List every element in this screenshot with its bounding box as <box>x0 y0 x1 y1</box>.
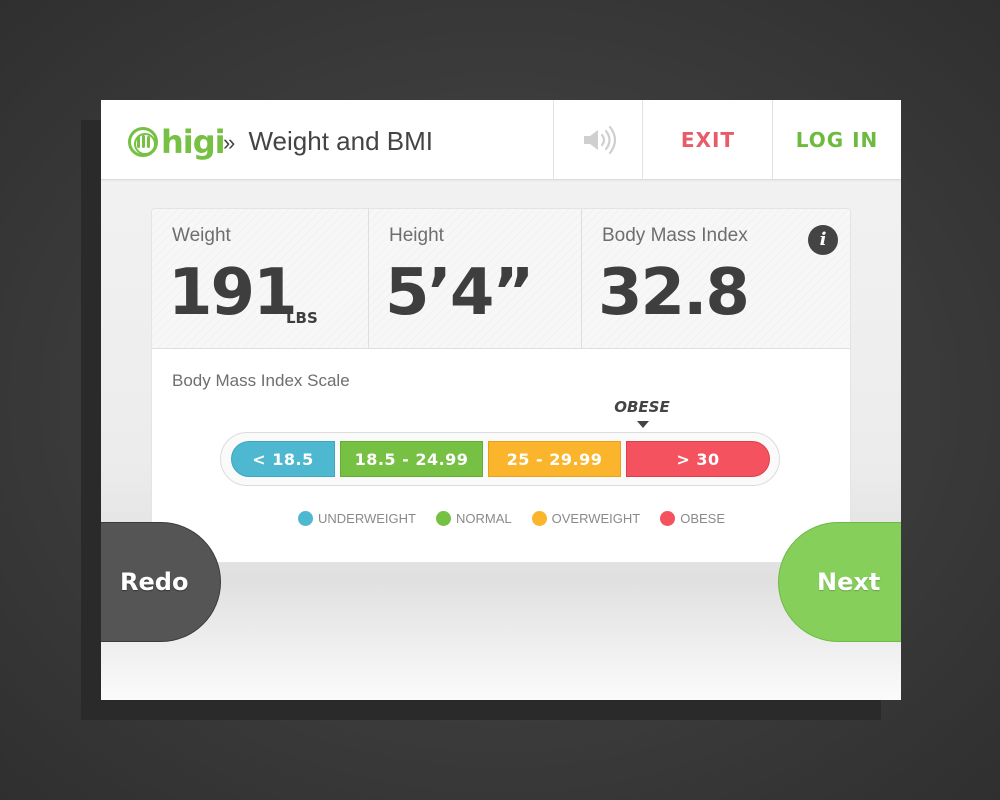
results-card: Weight 191 LBS Height 5’4” Body Mass Ind… <box>151 208 851 563</box>
kiosk-screen: higi » Weight and BMI EXIT LOG IN Weight… <box>101 100 901 700</box>
exit-button[interactable]: EXIT <box>642 100 773 180</box>
scale-segment-overweight: 25 - 29.99 <box>488 441 621 477</box>
legend-dot-icon <box>298 511 313 526</box>
scale-segment-underweight: < 18.5 <box>231 441 335 477</box>
breadcrumb: » Weight and BMI <box>223 126 433 157</box>
weight-label: Weight <box>172 225 231 246</box>
logo-text: higi <box>161 123 226 161</box>
height-value: 5’4” <box>385 256 534 330</box>
legend-label: NORMAL <box>455 511 512 526</box>
higi-logo: higi <box>128 123 226 161</box>
redo-button[interactable]: Redo <box>101 522 221 642</box>
legend-label: OVERWEIGHT <box>551 511 641 526</box>
scale-segment-normal: 18.5 - 24.99 <box>340 441 483 477</box>
stats-row: Weight 191 LBS Height 5’4” Body Mass Ind… <box>152 209 850 349</box>
higi-logo-icon <box>128 127 158 157</box>
legend-dot-icon <box>660 511 676 526</box>
height-label: Height <box>389 225 444 246</box>
login-button[interactable]: LOG IN <box>772 100 901 180</box>
page-title: Weight and BMI <box>248 126 433 156</box>
legend-item-underweight: UNDERWEIGHT <box>298 511 416 526</box>
header-bar: higi » Weight and BMI EXIT LOG IN <box>101 100 901 180</box>
scale-segment-obese: > 30 <box>626 441 770 477</box>
height-stat: Height 5’4” <box>368 209 581 349</box>
weight-stat: Weight 191 LBS <box>152 209 368 349</box>
legend-item-overweight: OVERWEIGHT <box>531 511 641 526</box>
legend-label: OBESE <box>680 511 726 526</box>
breadcrumb-separator: » <box>223 130 236 155</box>
legend-item-normal: NORMAL <box>435 511 512 526</box>
current-category-indicator: OBESE <box>614 398 670 416</box>
indicator-arrow-icon <box>637 421 649 428</box>
legend-dot-icon <box>435 511 451 526</box>
legend-dot-icon <box>531 511 547 526</box>
weight-value: 191 <box>168 256 298 330</box>
scale-legend: UNDERWEIGHT NORMAL OVERWEIGHT OBESE <box>298 511 725 526</box>
legend-label: UNDERWEIGHT <box>318 511 416 526</box>
bmi-value: 32.8 <box>598 256 750 330</box>
info-icon[interactable]: i <box>808 225 838 255</box>
bmi-label: Body Mass Index <box>602 225 748 246</box>
legend-item-obese: OBESE <box>660 511 725 526</box>
next-button[interactable]: Next <box>778 522 901 642</box>
bmi-scale-title: Body Mass Index Scale <box>172 371 350 390</box>
weight-unit: LBS <box>286 309 318 327</box>
bmi-scale-bar: < 18.5 18.5 - 24.99 25 - 29.99 > 30 <box>220 432 780 486</box>
speaker-volume-icon <box>583 125 616 155</box>
sound-button[interactable] <box>553 100 643 180</box>
bmi-stat: Body Mass Index 32.8 i <box>581 209 850 349</box>
